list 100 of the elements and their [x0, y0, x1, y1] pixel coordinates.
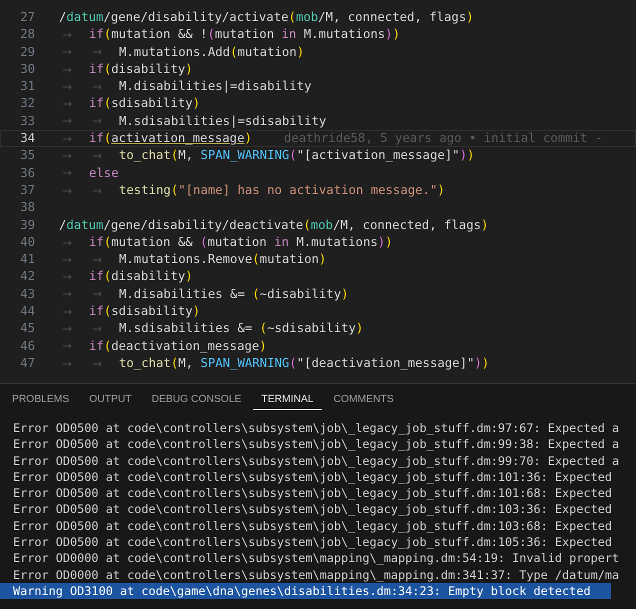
line-number: 32 [19, 95, 35, 112]
panel-tab[interactable]: OUTPUT [81, 390, 140, 410]
code-token: mob [296, 9, 318, 26]
code-token: /M, connected, flags [332, 216, 482, 234]
code-token: ) [482, 354, 490, 372]
tab-arrow-icon [63, 153, 72, 160]
code-token: ( [230, 44, 238, 61]
terminal-line: Error OD0500 at code\controllers\subsystem\job\_legacy_job_stuff.dm:103:36: Expected [12, 501, 613, 518]
code-token: ) [259, 338, 267, 355]
terminal-line: Error OD0500 at code\controllers\subsystem\job\_legacy_job_stuff.dm:97:67: Expected a [12, 420, 620, 436]
tab-arrow-icon [63, 360, 72, 367]
tab-arrow-icon [63, 170, 72, 176]
tab-arrow-icon [63, 326, 72, 332]
panel-tab[interactable]: TERMINAL [253, 390, 322, 410]
code-token: if [89, 338, 104, 355]
code-token: ( [200, 234, 208, 251]
tab-arrow-icon [63, 49, 72, 56]
code-token: ) [466, 9, 474, 26]
code-token: ) [392, 26, 400, 44]
tab-arrow-icon [93, 153, 102, 160]
code-token: if [89, 95, 104, 112]
line-number: 37 [19, 182, 35, 199]
line-number: 45 [19, 320, 35, 338]
code-token: / [59, 216, 66, 234]
code-token: ( [289, 354, 297, 372]
code-token: disability [111, 60, 186, 78]
tab-arrow-icon [93, 188, 102, 194]
line-number: 38 [19, 199, 35, 216]
line-number: 44 [19, 303, 35, 320]
code-token: activation_message [111, 130, 244, 148]
code-token: ( [170, 354, 178, 372]
code-token: M.sdisabilities &= [119, 320, 254, 338]
code-token: ( [104, 60, 112, 78]
code-token: if [89, 234, 104, 251]
code-token: M.disabilities &= [119, 286, 246, 303]
terminal-line: Error OD0500 at code\controllers\subsystem\job\_legacy_job_stuff.dm:99:70: Expected a [12, 452, 620, 469]
code-token: ) [437, 182, 445, 199]
line-number: 29 [19, 44, 35, 61]
code-token: "[activation_message]" [296, 147, 460, 164]
line-number: 47 [19, 354, 35, 372]
code-token: ( [104, 130, 112, 148]
code-token: ) [296, 44, 304, 61]
code-token: ( [170, 182, 178, 199]
tab-arrow-icon [93, 291, 102, 298]
tab-arrow-icon [93, 326, 102, 332]
code-token: ) [318, 251, 326, 268]
terminal-line: Error OD0000 at code\controllers\subsystem\mapping\_mapping.dm:341:37: Type /datum/ma [12, 566, 620, 583]
code-token: ) [466, 147, 474, 164]
code-token: ) [385, 234, 393, 251]
code-token: M.mutations.Add [119, 44, 230, 61]
tab-arrow-icon [93, 256, 102, 263]
code-token: ) [192, 303, 200, 320]
tab-arrow-icon [93, 360, 102, 367]
code-token: sdisability [111, 303, 193, 320]
code-token: ( [252, 286, 260, 303]
terminal-line: Error OD0500 at code\controllers\subsystem\job\_legacy_job_stuff.dm:101:36: Expected [12, 468, 613, 486]
line-number: 43 [19, 286, 35, 303]
code-token: M.disabilities|=disability [119, 78, 312, 96]
tab-arrow-icon [63, 136, 72, 142]
code-token: /M, connected, flags [318, 9, 466, 26]
code-token: in [282, 26, 296, 44]
line-number: 42 [19, 268, 35, 286]
code-token: ~disability [260, 286, 342, 303]
terminal-line: Error OD0500 at code\controllers\subsystem\job\_legacy_job_stuff.dm:105:36: Expected [12, 534, 613, 550]
tab-arrow-icon [63, 118, 72, 124]
tab-arrow-icon [63, 274, 72, 280]
tab-arrow-icon [63, 343, 72, 350]
tab-arrow-icon [93, 118, 102, 124]
tab-arrow-icon [93, 84, 102, 90]
line-number: 30 [19, 60, 35, 78]
blame-annotation: deathride58, 5 years ago • initial commit - [284, 130, 602, 148]
code-token: /gene/disability/activate [103, 9, 289, 26]
code-token: M, [178, 147, 194, 164]
code-token: M.mutations [302, 26, 386, 44]
line-number: 46 [19, 338, 35, 355]
line-number: 35 [19, 147, 35, 164]
terminal-line: Error OD0500 at code\controllers\subsystem\job\_legacy_job_stuff.dm:101:68: Expected [12, 485, 613, 502]
tab-arrow-icon [63, 256, 72, 263]
code-token: datum [66, 216, 104, 234]
panel-tab[interactable]: DEBUG CONSOLE [144, 390, 250, 410]
code-token: ( [104, 95, 112, 112]
code-token: ( [252, 251, 260, 268]
panel-tab[interactable]: COMMENTS [326, 390, 402, 410]
panel-tab[interactable]: PROBLEMS [4, 390, 78, 410]
code-token: ( [303, 216, 311, 234]
code-token: ) [378, 234, 386, 251]
code-token: to_chat [119, 354, 171, 372]
tab-arrow-icon [63, 240, 72, 246]
code-token: /gene/disability/deactivate [103, 216, 304, 234]
code-token: ) [385, 26, 393, 44]
code-token: ) [185, 60, 193, 78]
code-token: M, [178, 354, 194, 372]
code-token: SPAN_WARNING [200, 354, 290, 372]
code-token: M.sdisabilities|=sdisability [119, 112, 326, 130]
code-token: ( [104, 26, 112, 44]
code-token: ( [104, 338, 112, 355]
terminal-line: Error OD0500 at code\controllers\subsystem\job\_legacy_job_stuff.dm:99:38: Expected a [12, 436, 620, 453]
code-token: ) [185, 268, 193, 286]
tab-arrow-icon [63, 308, 72, 315]
code-token: if [89, 130, 104, 148]
